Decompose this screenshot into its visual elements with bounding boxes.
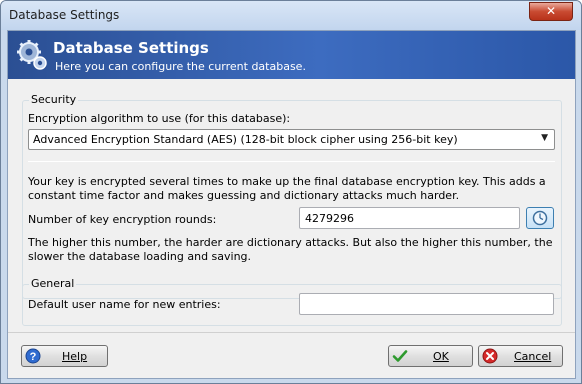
benchmark-button[interactable] <box>526 207 554 229</box>
rounds-input-value: 4279296 <box>305 212 354 225</box>
database-settings-window: Database Settings ✕ Database Settings He… <box>0 0 582 384</box>
chevron-down-icon[interactable]: ▼ <box>541 133 548 143</box>
banner-title: Database Settings <box>53 39 209 57</box>
security-group-label: Security <box>29 93 79 106</box>
help-icon: ? <box>25 348 41 364</box>
title-bar[interactable]: Database Settings ✕ <box>1 1 581 30</box>
gears-icon <box>17 40 47 70</box>
window-title: Database Settings <box>9 8 120 22</box>
algorithm-select[interactable]: Advanced Encryption Standard (AES) (128-… <box>28 129 555 150</box>
key-info-text: Your key is encrypted several times to m… <box>28 175 546 202</box>
help-button-label: Help <box>62 350 88 363</box>
separator <box>28 161 555 162</box>
algorithm-selected-value: Advanced Encryption Standard (AES) (128-… <box>33 133 458 146</box>
close-button[interactable]: ✕ <box>529 2 573 21</box>
checkmark-icon <box>392 350 408 362</box>
help-button[interactable]: ? Help <box>21 345 108 367</box>
footer-separator <box>8 332 575 333</box>
default-user-input[interactable] <box>299 293 554 315</box>
banner: Database Settings Here you can configure… <box>8 31 575 79</box>
ok-button-label: OK <box>433 350 449 363</box>
svg-text:?: ? <box>30 351 37 363</box>
rounds-input[interactable]: 4279296 <box>299 207 520 229</box>
clock-icon <box>532 210 548 226</box>
ok-button[interactable]: OK <box>388 345 473 367</box>
rounds-label: Number of key encryption rounds: <box>28 213 217 226</box>
banner-subtitle: Here you can configure the current datab… <box>55 60 306 73</box>
cancel-icon <box>482 348 498 364</box>
dialog-client: Database Settings Here you can configure… <box>7 30 576 379</box>
algorithm-label: Encryption algorithm to use (for this da… <box>28 112 291 125</box>
cancel-button[interactable]: Cancel <box>478 345 563 367</box>
default-user-label: Default user name for new entries: <box>28 298 221 311</box>
cancel-button-label: Cancel <box>514 350 552 363</box>
rounds-note-text: The higher this number, the harder are d… <box>28 236 553 263</box>
general-group-label: General <box>29 277 77 290</box>
